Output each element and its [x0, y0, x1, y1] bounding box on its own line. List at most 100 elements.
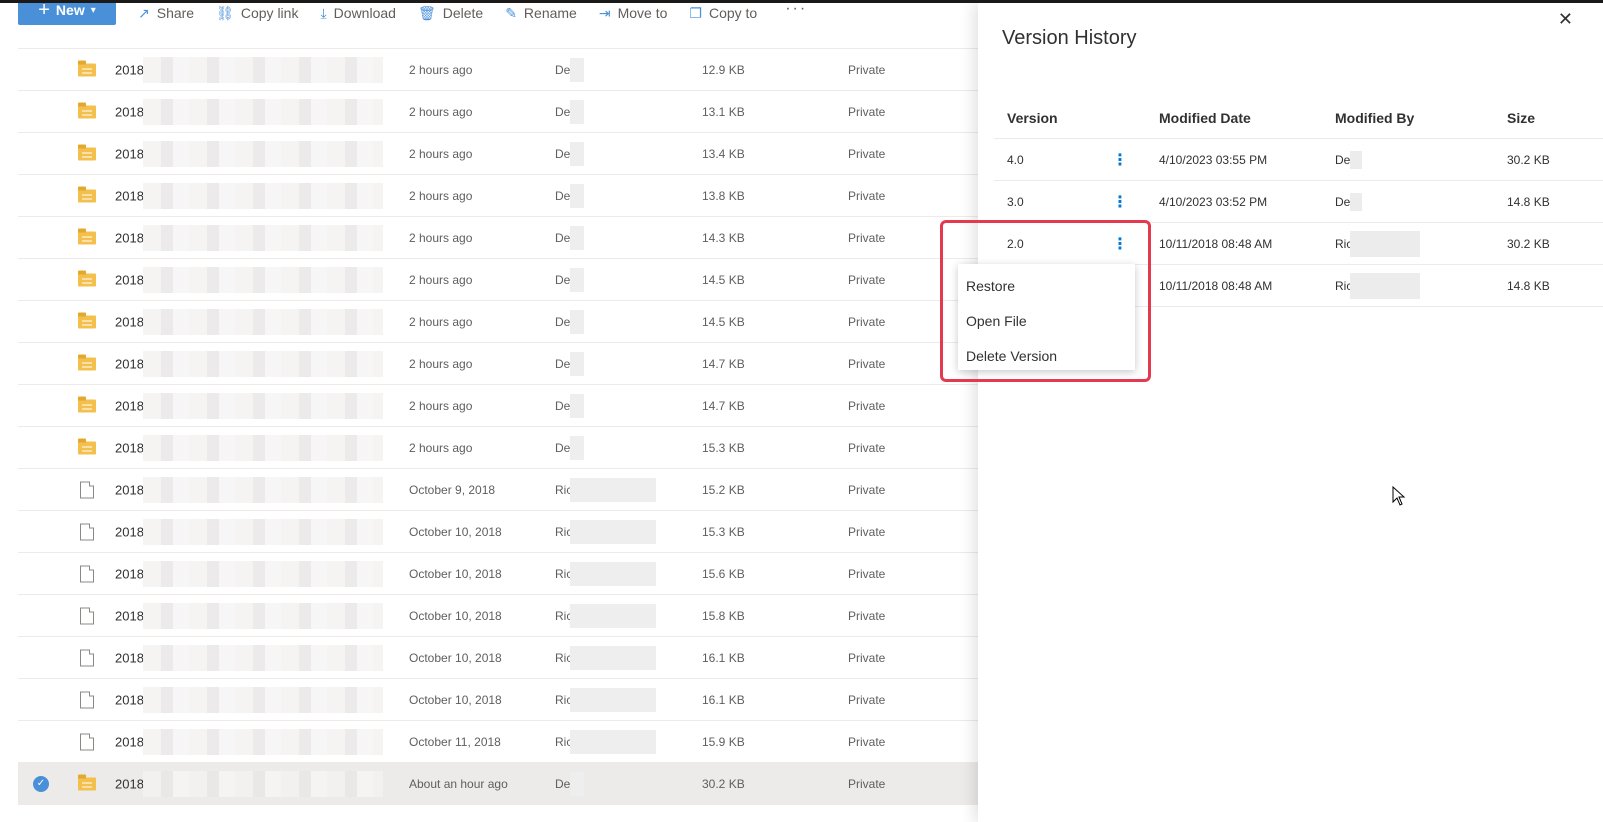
table-row[interactable]: 2018 2 hours ago De 14.3 KB Private [18, 217, 980, 259]
modified-date: October 10, 2018 [409, 608, 502, 623]
sharing-status: Private [848, 566, 886, 581]
modified-date: 2 hours ago [409, 356, 473, 371]
sharing-status: Private [848, 230, 886, 245]
file-name[interactable]: 2018 [115, 608, 144, 623]
redacted-name [143, 308, 383, 335]
file-name[interactable]: 2018 [115, 566, 144, 581]
copy-link-button[interactable]: ⛓ Copy link [216, 5, 298, 22]
version-row[interactable]: 2.0 ⋮ 10/11/2018 08:48 AM Ric 30.2 KB [994, 223, 1603, 265]
modified-date: 2 hours ago [409, 440, 473, 455]
file-name[interactable]: 2018 [115, 272, 144, 287]
version-number: 4.0 [1007, 152, 1024, 167]
rename-button[interactable]: ✎ Rename [505, 5, 577, 22]
file-size: 30.2 KB [702, 776, 745, 791]
table-row[interactable]: 2018 2 hours ago De 13.4 KB Private [18, 133, 980, 175]
table-row[interactable]: 2018 October 9, 2018 Ric 15.2 KB Private [18, 469, 980, 511]
file-size: 16.1 KB [702, 692, 745, 707]
redacted-user [570, 183, 584, 208]
folder-icon [78, 102, 96, 118]
delete-button[interactable]: 🗑 Delete [418, 5, 483, 22]
redacted-name [143, 224, 383, 251]
redacted-user [570, 393, 584, 418]
delete-version-menu-item[interactable]: Delete Version [958, 338, 1135, 373]
table-row[interactable]: 2018 2 hours ago De 14.5 KB Private [18, 301, 980, 343]
more-vertical-icon[interactable]: ⋮ [1112, 234, 1128, 254]
redacted-name [143, 392, 383, 419]
sharing-status: Private [848, 482, 886, 497]
file-name[interactable]: 2018 [115, 230, 144, 245]
file-name[interactable]: 2018 [115, 104, 144, 119]
file-size: 14.7 KB [702, 398, 745, 413]
folder-icon [78, 270, 96, 286]
file-name[interactable]: 2018 [115, 482, 144, 497]
table-row[interactable]: 2018 October 11, 2018 Ric 15.9 KB Privat… [18, 721, 980, 763]
download-button[interactable]: ⤓ Download [320, 5, 395, 22]
file-name[interactable]: 2018 [115, 440, 144, 455]
file-name[interactable]: 2018 [115, 62, 144, 77]
more-vertical-icon[interactable]: ⋮ [1112, 192, 1128, 212]
redacted-user [1350, 150, 1362, 169]
table-row[interactable]: 2018 October 10, 2018 Ric 15.3 KB Privat… [18, 511, 980, 553]
table-row-partial[interactable] [18, 26, 980, 49]
share-button[interactable]: ↗ Share [138, 5, 194, 22]
column-version[interactable]: Version [1007, 110, 1058, 126]
sharing-status: Private [848, 692, 886, 707]
table-row[interactable]: 2018 2 hours ago De 13.1 KB Private [18, 91, 980, 133]
more-vertical-icon[interactable]: ⋮ [1112, 150, 1128, 170]
redacted-name [143, 770, 383, 797]
version-row[interactable]: 4.0 ⋮ 4/10/2023 03:55 PM De 30.2 KB [994, 139, 1603, 181]
checkmark-icon[interactable]: ✓ [33, 775, 49, 792]
table-row[interactable]: 2018 October 10, 2018 Ric 15.8 KB Privat… [18, 595, 980, 637]
file-name[interactable]: 2018 [115, 692, 144, 707]
file-size: 15.6 KB [702, 566, 745, 581]
table-row[interactable]: 2018 2 hours ago De 12.9 KB Private [18, 49, 980, 91]
file-size: 13.8 KB [702, 188, 745, 203]
column-modified-by[interactable]: Modified By [1335, 110, 1414, 126]
document-icon [80, 691, 94, 708]
delete-label: Delete [442, 5, 484, 21]
table-row[interactable]: 2018 2 hours ago De 14.7 KB Private [18, 385, 980, 427]
file-name[interactable]: 2018 [115, 650, 144, 665]
file-name[interactable]: 2018 [115, 188, 144, 203]
restore-menu-item[interactable]: Restore [958, 268, 1135, 303]
modified-date: About an hour ago [409, 776, 508, 791]
table-row[interactable]: 2018 October 10, 2018 Ric 15.6 KB Privat… [18, 553, 980, 595]
copy-to-button[interactable]: ❐ Copy to [689, 5, 757, 22]
version-size: 30.2 KB [1507, 236, 1550, 251]
version-row[interactable]: 3.0 ⋮ 4/10/2023 03:52 PM De 14.8 KB [994, 181, 1603, 223]
table-row[interactable]: ✓ 2018 About an hour ago De 30.2 KB Priv… [18, 763, 980, 805]
copy-link-label: Copy link [240, 5, 299, 21]
version-date: 10/11/2018 08:48 AM [1159, 278, 1273, 293]
close-icon[interactable]: ✕ [1558, 9, 1573, 30]
table-row[interactable]: 2018 October 10, 2018 Ric 16.1 KB Privat… [18, 637, 980, 679]
chevron-down-icon: ▾ [90, 4, 96, 16]
document-icon [80, 565, 94, 582]
new-button[interactable]: + New ▾ [18, 0, 116, 25]
file-name[interactable]: 2018 [115, 734, 144, 749]
column-size[interactable]: Size [1507, 110, 1535, 126]
share-label: Share [156, 5, 195, 21]
file-name[interactable]: 2018 [115, 356, 144, 371]
column-modified-date[interactable]: Modified Date [1159, 110, 1251, 126]
modified-by: De [555, 440, 571, 455]
redacted-user [570, 57, 584, 82]
file-name[interactable]: 2018 [115, 524, 144, 539]
link-icon: ⛓ [216, 4, 234, 21]
file-name[interactable]: 2018 [115, 314, 144, 329]
file-size: 15.2 KB [702, 482, 745, 497]
file-name[interactable]: 2018 [115, 776, 144, 791]
open-file-menu-item[interactable]: Open File [958, 303, 1135, 338]
table-row[interactable]: 2018 October 10, 2018 Ric 16.1 KB Privat… [18, 679, 980, 721]
file-name[interactable]: 2018 [115, 398, 144, 413]
file-name[interactable]: 2018 [115, 146, 144, 161]
redacted-name [143, 518, 383, 545]
table-row[interactable]: 2018 2 hours ago De 15.3 KB Private [18, 427, 980, 469]
table-row[interactable]: 2018 2 hours ago De 14.5 KB Private [18, 259, 980, 301]
folder-icon [78, 438, 96, 454]
move-icon: ⇥ [598, 4, 611, 21]
redacted-name [143, 98, 383, 125]
folder-icon [78, 354, 96, 370]
table-row[interactable]: 2018 2 hours ago De 14.7 KB Private [18, 343, 980, 385]
table-row[interactable]: 2018 2 hours ago De 13.8 KB Private [18, 175, 980, 217]
move-to-button[interactable]: ⇥ Move to [599, 5, 668, 22]
